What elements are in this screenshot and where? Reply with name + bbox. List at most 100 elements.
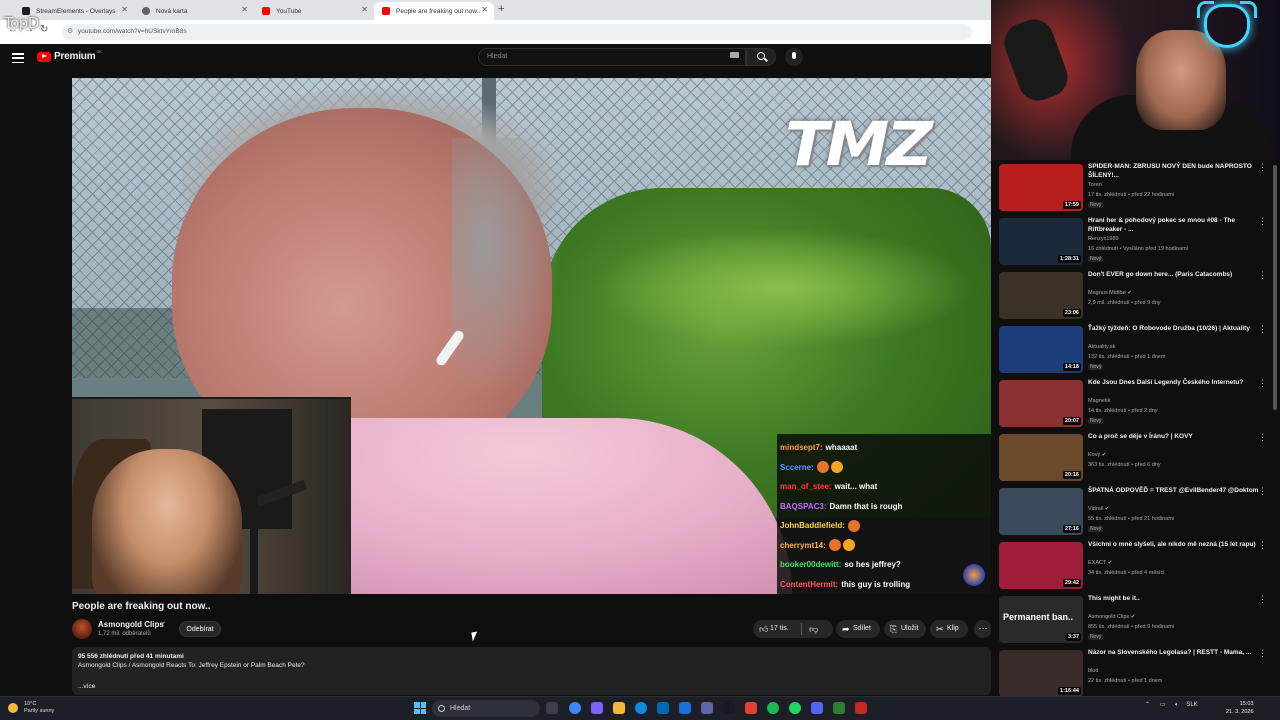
youtube-logo[interactable]: Premium SK — [37, 49, 102, 62]
recommended-video[interactable]: 23:06 Don't EVER go down here... (Paris C… — [999, 270, 1275, 324]
chrome-icon[interactable] — [569, 702, 581, 714]
close-tab-icon[interactable]: ✕ — [361, 5, 368, 14]
thumbs-up-icon[interactable]: 👍︎ — [759, 620, 768, 638]
recommended-title[interactable]: This might be it.. — [1088, 594, 1266, 603]
edge-icon[interactable] — [635, 702, 647, 714]
recommended-channel[interactable]: Kovy ✔ — [1088, 452, 1106, 458]
language-indicator[interactable]: SLK — [1186, 702, 1197, 708]
more-options-icon[interactable]: ⋮ — [1258, 378, 1267, 389]
recommended-title[interactable]: Co a proč se děje v Íránu? | KOVY — [1088, 432, 1266, 441]
file-explorer-icon[interactable] — [613, 702, 625, 714]
new-tab-button[interactable]: + — [498, 3, 504, 15]
recommended-title[interactable]: Hraní her & pohodový pokec se mnou #08 -… — [1088, 216, 1266, 234]
scrollbar[interactable] — [1273, 165, 1277, 410]
obs-icon[interactable] — [855, 702, 867, 714]
recommended-channel[interactable]: Renzyx1989 — [1088, 236, 1119, 242]
store-icon[interactable] — [657, 702, 669, 714]
more-options-icon[interactable]: ⋮ — [1258, 432, 1267, 443]
clock[interactable]: 15:03 21. 3. 2026 — [1226, 700, 1254, 716]
site-info-icon[interactable]: ⚙ — [67, 24, 73, 40]
recommended-channel[interactable]: EXACT ✔ — [1088, 560, 1112, 566]
mail-icon[interactable] — [679, 702, 691, 714]
copilot-icon[interactable] — [591, 702, 603, 714]
more-options-icon[interactable]: ⋮ — [1258, 594, 1267, 605]
recommended-title[interactable]: Názor na Slovenského Legolasa? | RESTT -… — [1088, 648, 1266, 657]
recommended-video[interactable]: 29:42 Všichni o mně slyšeli, ale nikdo mě… — [999, 540, 1275, 594]
search-button[interactable] — [746, 48, 776, 66]
more-options-icon[interactable]: ⋮ — [1258, 216, 1267, 227]
video-thumbnail[interactable]: Permanent ban.. 3:37 — [999, 596, 1083, 643]
recommended-video[interactable]: 27:16 ŠPATNÁ ODPOVĚĎ = TREST @EvilBender4… — [999, 486, 1275, 540]
recommended-title[interactable]: Don't EVER go down here... (Paris Cataco… — [1088, 270, 1266, 279]
recommended-title[interactable]: Všichni o mně slyšeli, ale nikdo mě nezn… — [1088, 540, 1266, 549]
description-box[interactable]: 95 556 zhlédnutí před 41 minutami Asmong… — [72, 647, 991, 695]
recommended-video[interactable]: 17:59 SPIDER-MAN: ZBRUSU NOVÝ DEN bude NA… — [999, 162, 1275, 216]
recommended-video[interactable]: 14:18 Ťažký týždeň: O Robovode Družba (10… — [999, 324, 1275, 378]
video-thumbnail[interactable]: 20:16 — [999, 434, 1083, 481]
thumbs-down-icon[interactable]: 👎︎ — [809, 620, 818, 638]
recommended-channel[interactable]: Toren — [1088, 182, 1102, 188]
more-options-icon[interactable]: ⋮ — [1258, 540, 1267, 551]
video-thumbnail[interactable]: 29:42 — [999, 542, 1083, 589]
app-icon[interactable] — [833, 702, 845, 714]
recommended-video[interactable]: 1:16:44 Názor na Slovenského Legolasa? | … — [999, 648, 1275, 696]
recommended-channel[interactable]: Vidrail ✔ — [1088, 506, 1109, 512]
video-thumbnail[interactable]: 27:16 — [999, 488, 1083, 535]
video-thumbnail[interactable]: 14:18 — [999, 326, 1083, 373]
more-actions-button[interactable]: ⋯ — [974, 620, 992, 638]
keyboard-icon[interactable] — [730, 52, 739, 58]
whatsapp-icon[interactable] — [789, 702, 801, 714]
more-options-icon[interactable]: ⋮ — [1258, 162, 1267, 173]
recommended-video[interactable]: Permanent ban.. 3:37 This might be it.. Asm… — [999, 594, 1275, 648]
recommended-channel[interactable]: Magnetik — [1088, 398, 1110, 404]
show-more-link[interactable]: ...více — [78, 683, 95, 690]
recommended-title[interactable]: ŠPATNÁ ODPOVĚĎ = TREST @EvilBender47 @Do… — [1088, 486, 1266, 495]
close-tab-icon[interactable]: ✕ — [241, 5, 248, 14]
recommended-channel[interactable]: Aktuality.sk — [1088, 344, 1115, 350]
recommended-channel[interactable]: Asmongold Clips ✔ — [1088, 614, 1135, 620]
video-thumbnail[interactable]: 17:59 — [999, 164, 1083, 211]
recommended-channel[interactable]: Magnus Midtbø ✔ — [1088, 290, 1132, 296]
voice-search-icon[interactable] — [785, 48, 803, 66]
recommended-video[interactable]: 20:07 Kde Jsou Dnes Další Legendy Českého… — [999, 378, 1275, 432]
video-thumbnail[interactable]: 20:07 — [999, 380, 1083, 427]
system-tray[interactable]: ⌃ ▭ 🔈︎ SLK — [1145, 701, 1198, 709]
video-thumbnail[interactable]: 1:28:31 — [999, 218, 1083, 265]
video-thumbnail[interactable]: 1:16:44 — [999, 650, 1083, 696]
more-options-icon[interactable]: ⋮ — [1258, 648, 1267, 659]
close-tab-icon[interactable]: ✕ — [481, 5, 488, 14]
address-field[interactable]: ⚙ youtube.com/watch?v=hUSktvYmB8s — [62, 24, 972, 40]
task-view-icon[interactable] — [546, 702, 558, 714]
more-options-icon[interactable]: ⋮ — [1258, 486, 1267, 497]
channel-name[interactable]: Asmongold Clips — [98, 620, 164, 629]
recommended-title[interactable]: SPIDER-MAN: ZBRUSU NOVÝ DEN bude NAPROST… — [1088, 162, 1266, 180]
like-dislike-group[interactable]: 👍︎ 17 tis. 👎︎ — [753, 620, 833, 638]
share-button[interactable]: ➦ Sdílet — [836, 620, 880, 638]
app-icon[interactable] — [745, 702, 757, 714]
more-options-icon[interactable]: ⋮ — [1258, 270, 1267, 281]
save-button[interactable]: ⎘ Uložit — [884, 620, 926, 638]
windows-start-icon[interactable] — [414, 702, 426, 714]
recommended-title[interactable]: Kde Jsou Dnes Další Legendy Českého Inte… — [1088, 378, 1266, 387]
close-tab-icon[interactable]: ✕ — [121, 5, 128, 14]
taskbar-search[interactable]: Hledat — [432, 700, 540, 717]
recommended-title[interactable]: Ťažký týždeň: O Robovode Družba (10/26) … — [1088, 324, 1266, 333]
recommended-video[interactable]: 20:16 Co a proč se děje v Íránu? | KOVY Ko… — [999, 432, 1275, 486]
tab-youtube[interactable]: YouTube ✕ — [254, 2, 374, 20]
menu-icon[interactable] — [12, 53, 24, 64]
recommended-video[interactable]: 1:28:31 Hraní her & pohodový pokec se mno… — [999, 216, 1275, 270]
spotify-icon[interactable] — [767, 702, 779, 714]
teams-icon[interactable] — [701, 702, 713, 714]
tab-new[interactable]: Nová karta ✕ — [134, 2, 254, 20]
tab-video[interactable]: People are freaking out now.. ✕ — [374, 2, 494, 20]
discord-icon[interactable] — [811, 702, 823, 714]
clip-button[interactable]: ✂ Klip — [930, 620, 968, 638]
weather-widget[interactable]: 10°C Partly sunny — [8, 701, 54, 715]
more-options-icon[interactable]: ⋮ — [1258, 324, 1267, 335]
steam-icon[interactable] — [723, 702, 735, 714]
chevron-up-icon[interactable]: ⌃ — [1145, 702, 1150, 708]
volume-icon[interactable]: 🔈︎ — [1175, 702, 1179, 708]
network-icon[interactable]: ▭ — [1160, 702, 1166, 708]
channel-avatar[interactable] — [72, 619, 92, 639]
search-input[interactable]: Hledat — [478, 48, 746, 66]
